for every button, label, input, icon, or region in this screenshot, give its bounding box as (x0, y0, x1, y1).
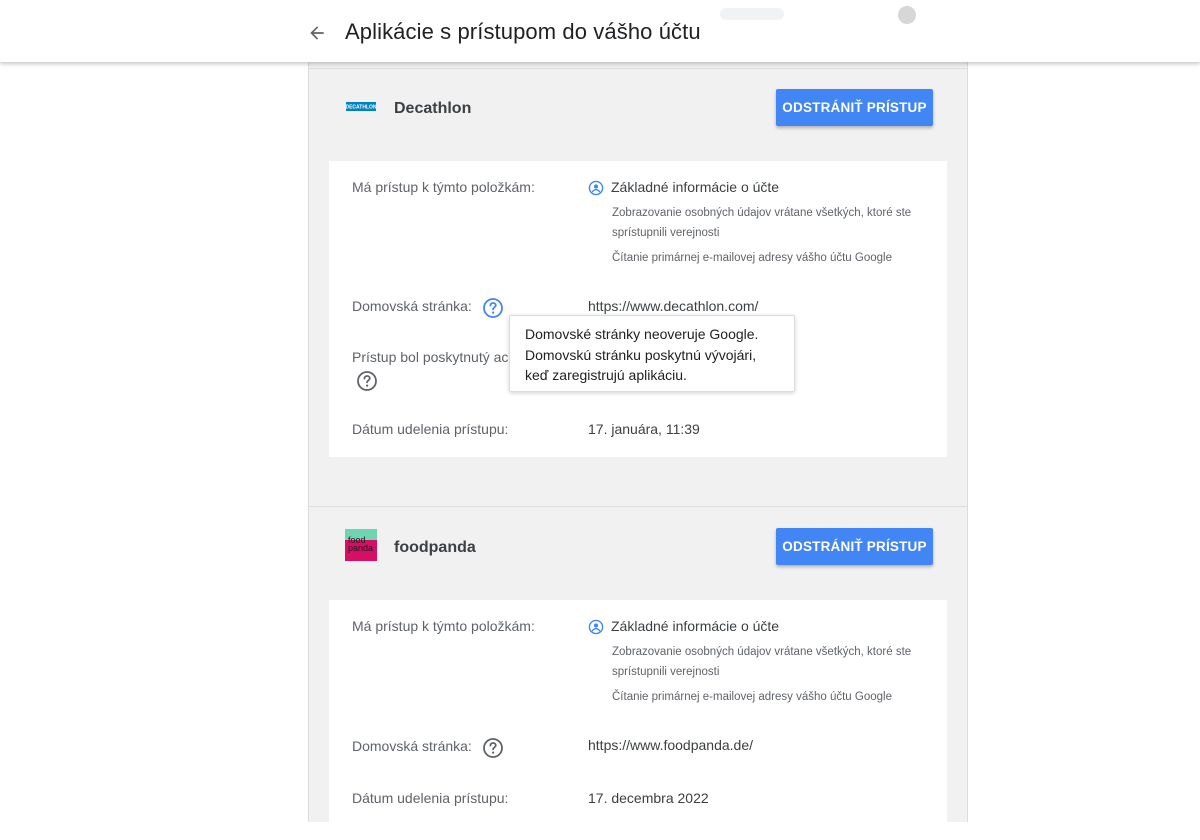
app-details-card: Má prístup k týmto položkám: Základné in… (329, 161, 947, 457)
date-value: 17. januára, 11:39 (588, 421, 700, 437)
date-label: Dátum udelenia prístupu: (352, 421, 509, 437)
permission-description: Zobrazovanie osobných údajov vrátane vše… (612, 646, 912, 678)
account-circle-icon (588, 180, 604, 196)
homepage-label: Domovská stránka: (352, 738, 472, 754)
arrow-back-icon (310, 26, 324, 40)
page-title: Aplikácie s prístupom do vášho účtu (345, 19, 701, 44)
help-icon[interactable] (482, 297, 504, 319)
account-circle-icon (588, 619, 604, 635)
tooltip-line: Domovské stránky neoveruje Google. (525, 326, 759, 342)
permission-email: Čítanie primárnej e-mailovej adresy vášh… (612, 691, 892, 703)
tooltip-line: keď zaregistrujú aplikáciu. (525, 367, 687, 383)
help-icon[interactable] (482, 737, 504, 759)
app-name: Decathlon (394, 100, 472, 117)
access-label: Má prístup k týmto položkám: (352, 618, 535, 634)
app-entry-foodpanda: food panda foodpanda ODSTRÁNIŤ PRÍSTUP M… (309, 506, 967, 840)
homepage-url[interactable]: https://www.foodpanda.de/ (588, 737, 753, 753)
remove-access-button[interactable]: ODSTRÁNIŤ PRÍSTUP (776, 528, 933, 565)
date-value: 17. decembra 2022 (588, 790, 709, 806)
scrolled-content-fragment (720, 8, 784, 20)
top-app-bar: Aplikácie s prístupom do vášho účtu (0, 0, 1200, 62)
permission-title: Základné informácie o účte (611, 179, 780, 195)
decathlon-logo: DECATHLON (345, 102, 377, 111)
help-icon[interactable] (356, 370, 378, 392)
svg-text:panda: panda (348, 543, 373, 553)
permission-title: Základné informácie o účte (611, 618, 780, 634)
app-name: foodpanda (394, 539, 476, 556)
svg-text:DECATHLON: DECATHLON (345, 105, 376, 111)
permission-description: Zobrazovanie osobných údajov vrátane vše… (612, 207, 912, 239)
apps-list: DECATHLON Decathlon ODSTRÁNIŤ PRÍSTUP Má… (308, 62, 968, 840)
access-label: Má prístup k týmto položkám: (352, 179, 535, 195)
homepage-url[interactable]: https://www.decathlon.com/ (588, 298, 758, 314)
toggle-icon (898, 6, 916, 24)
homepage-tooltip: Domovské stránky neoveruje Google. Domov… (509, 315, 795, 392)
tooltip-line: Domovskú stránku poskytnú vývojári, (525, 346, 757, 363)
foodpanda-logo: food panda (345, 529, 377, 561)
homepage-label: Domovská stránka: (352, 298, 472, 314)
remove-access-button[interactable]: ODSTRÁNIŤ PRÍSTUP (776, 89, 933, 126)
back-button[interactable] (304, 20, 330, 46)
permission-email: Čítanie primárnej e-mailovej adresy vášh… (612, 252, 892, 264)
app-details-card: Má prístup k týmto položkám: Základné in… (329, 600, 947, 840)
granted-to-label: Prístup bol poskytnutý ac (352, 349, 509, 365)
app-entry-decathlon: DECATHLON Decathlon ODSTRÁNIŤ PRÍSTUP Má… (309, 68, 967, 508)
date-label: Dátum udelenia prístupu: (352, 790, 509, 806)
